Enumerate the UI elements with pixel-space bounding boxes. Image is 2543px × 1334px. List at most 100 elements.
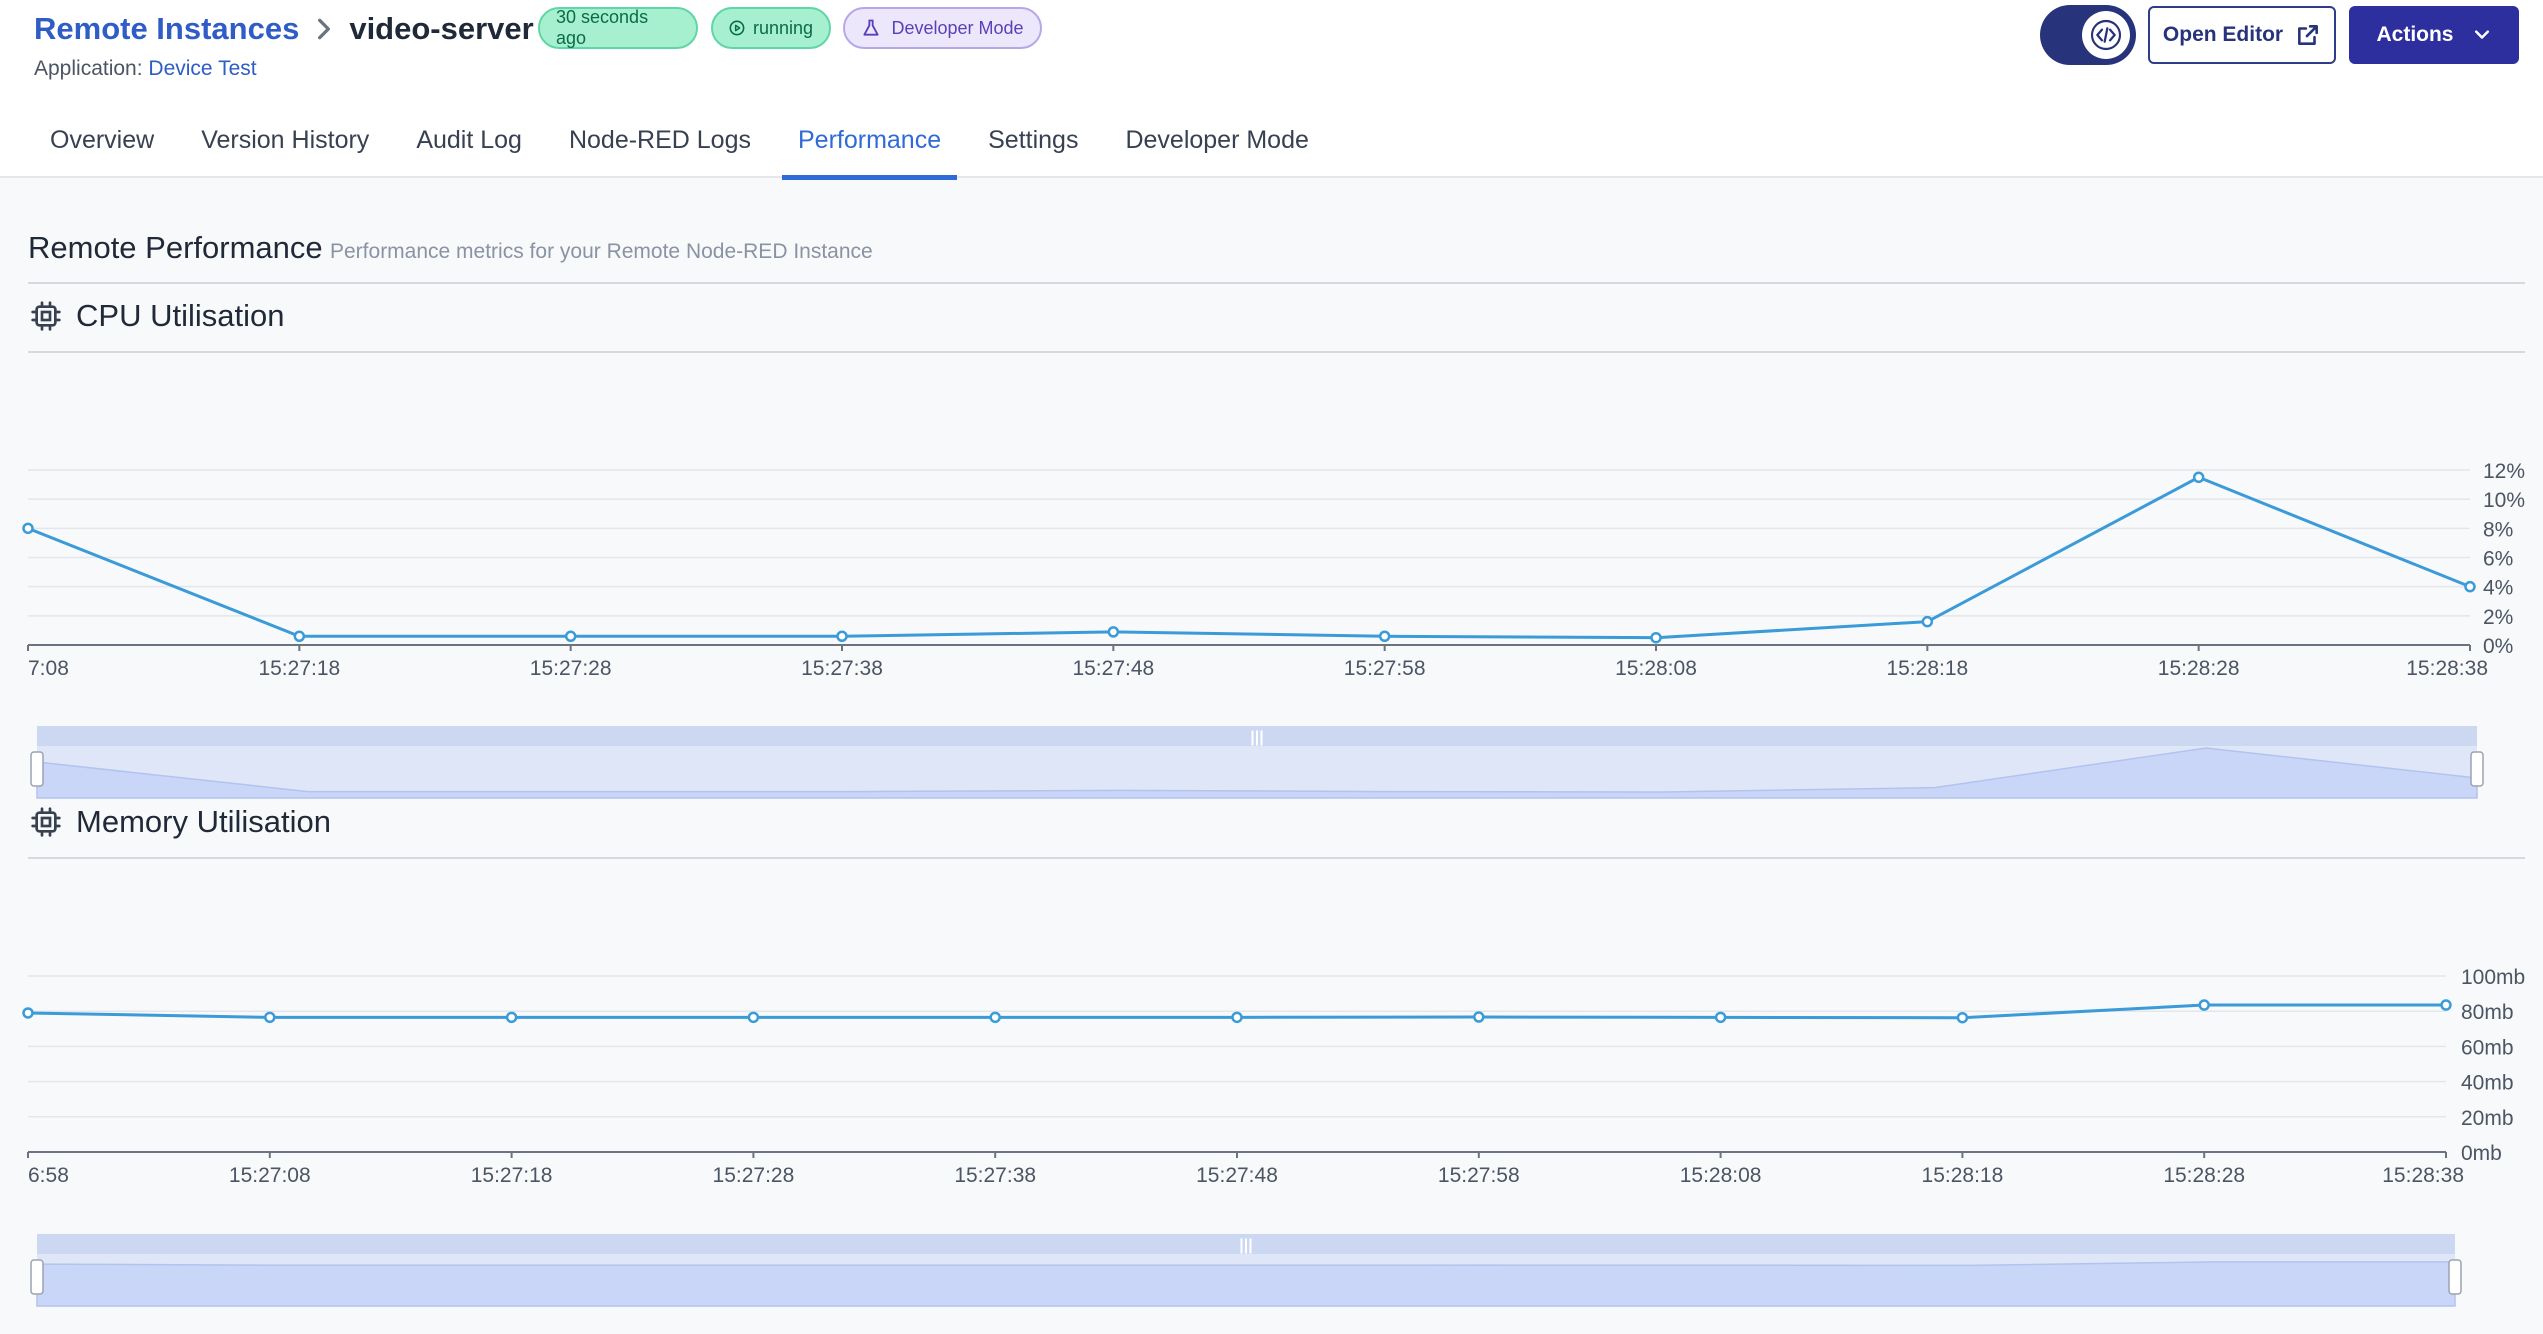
data-point [989, 1011, 1001, 1024]
x-tick-label: 15:28:08 [1615, 657, 1697, 680]
y-tick-label: 2% [2483, 606, 2513, 629]
chevron-down-icon [2474, 30, 2489, 39]
status-text: running [752, 17, 813, 38]
external-link-icon [2298, 25, 2319, 45]
x-tick-label: 15:27:18 [471, 1164, 553, 1187]
tab-bar: Overview Version History Audit Log Node-… [34, 108, 1340, 180]
page-title: video-server [349, 11, 534, 46]
y-tick-label: 6% [2483, 548, 2513, 571]
chevron-right-icon [318, 18, 331, 40]
section-heading: Remote Performance [28, 230, 323, 265]
data-point [836, 630, 848, 642]
tab-audit-log[interactable]: Audit Log [400, 108, 538, 178]
play-circle-icon [729, 20, 745, 36]
x-tick-label: 15:28:38 [2406, 657, 2488, 680]
zoom-handle-left[interactable] [30, 1259, 44, 1295]
data-point [564, 630, 577, 642]
memory-section-title: Memory Utilisation [30, 804, 331, 840]
chip-icon [31, 301, 61, 331]
tab-node-red-logs[interactable]: Node-RED Logs [553, 108, 767, 178]
cpu-chart[interactable]: 0% 2% 4% 6% 8% 10% 12% 7:08 15:27:18 15:27:28 15:2… [0, 440, 2543, 810]
zoom-handle-left[interactable] [30, 751, 44, 787]
data-point [2440, 999, 2452, 1011]
page-header: Remote Instances video-server 30 seconds… [0, 0, 2543, 180]
cpu-section-title: CPU Utilisation [30, 298, 284, 334]
tab-developer-mode[interactable]: Developer Mode [1109, 108, 1324, 178]
x-tick-label: 15:27:08 [229, 1164, 311, 1187]
developer-mode-toggle[interactable] [2040, 5, 2136, 65]
y-tick-label: 10% [2483, 489, 2525, 512]
x-tick-label: 15:28:18 [1886, 657, 1968, 680]
data-point [293, 630, 306, 642]
divider [28, 351, 2525, 353]
chip-icon [31, 807, 61, 837]
breadcrumb-remote-instances[interactable]: Remote Instances [34, 11, 299, 47]
code-icon [2090, 19, 2122, 51]
x-tick-label: 15:27:38 [801, 657, 883, 680]
developer-mode-badge: Developer Mode [843, 7, 1042, 49]
data-point [264, 1011, 276, 1024]
y-tick-label: 12% [2483, 460, 2525, 483]
x-tick-label: 15:28:28 [2163, 1164, 2245, 1187]
toggle-knob [2082, 11, 2130, 59]
data-point [1107, 626, 1120, 638]
y-tick-label: 80mb [2461, 1001, 2514, 1024]
last-seen-text: 30 seconds ago [556, 7, 649, 48]
x-tick-label: 15:28:08 [1680, 1164, 1762, 1187]
x-tick-label: 15:27:48 [1196, 1164, 1278, 1187]
tab-performance[interactable]: Performance [781, 108, 958, 180]
x-tick-label: 7:08 [28, 657, 69, 680]
x-tick-label: 15:27:38 [954, 1164, 1036, 1187]
y-tick-label: 0mb [2461, 1142, 2502, 1165]
breadcrumb: Remote Instances video-server [34, 10, 534, 48]
tab-settings[interactable]: Settings [972, 108, 1094, 178]
data-point [1378, 630, 1391, 642]
x-tick-label: 15:27:18 [258, 657, 340, 680]
data-point [1956, 1011, 1969, 1024]
y-tick-label: 4% [2483, 577, 2513, 600]
data-point [2198, 999, 2210, 1011]
section-subtitle: Performance metrics for your Remote Node… [330, 240, 873, 263]
beaker-icon [863, 19, 880, 36]
data-point [1473, 1011, 1485, 1023]
memory-chart[interactable]: 0mb 20mb 40mb 60mb 80mb 100mb 6:58 15:27:08 15:2… [0, 950, 2543, 1334]
application-line: Application: Device Test [34, 57, 257, 81]
application-link[interactable]: Device Test [148, 57, 256, 80]
zoom-preview-area [36, 1261, 2456, 1307]
divider [28, 282, 2525, 284]
data-point [747, 1011, 760, 1024]
x-tick-label: 6:58 [28, 1164, 69, 1187]
data-point [22, 1007, 34, 1019]
y-tick-label: 20mb [2461, 1107, 2514, 1130]
status-badge: running [711, 7, 831, 49]
data-point [505, 1011, 518, 1024]
x-tick-label: 15:28:28 [2158, 657, 2240, 680]
divider [28, 857, 2525, 859]
y-tick-label: 100mb [2461, 966, 2525, 989]
y-tick-label: 60mb [2461, 1036, 2514, 1059]
data-point [1231, 1011, 1243, 1024]
y-tick-label: 8% [2483, 518, 2513, 541]
last-seen-badge: 30 seconds ago [538, 7, 698, 49]
actions-button[interactable]: Actions [2349, 6, 2519, 64]
x-tick-label: 15:27:28 [713, 1164, 795, 1187]
data-point [2192, 471, 2205, 484]
application-label: Application: [34, 57, 143, 80]
zoom-drag-handle: ||| [1239, 1237, 1252, 1254]
zoom-drag-handle: ||| [1250, 729, 1263, 746]
zoom-handle-right[interactable] [2470, 751, 2484, 787]
tab-version-history[interactable]: Version History [185, 108, 385, 178]
actions-label: Actions [2376, 23, 2454, 46]
zoom-handle-right[interactable] [2448, 1259, 2462, 1295]
data-point [1714, 1011, 1727, 1024]
data-point [1921, 615, 1934, 628]
open-editor-label: Open Editor [2162, 23, 2284, 46]
x-tick-label: 15:27:58 [1438, 1164, 1520, 1187]
memory-title-text: Memory Utilisation [76, 804, 331, 839]
x-tick-label: 15:27:28 [530, 657, 612, 680]
cpu-title-text: CPU Utilisation [76, 298, 285, 333]
x-tick-label: 15:27:48 [1072, 657, 1154, 680]
data-point [22, 522, 34, 535]
open-editor-button[interactable]: Open Editor [2148, 6, 2336, 64]
tab-overview[interactable]: Overview [34, 108, 170, 178]
